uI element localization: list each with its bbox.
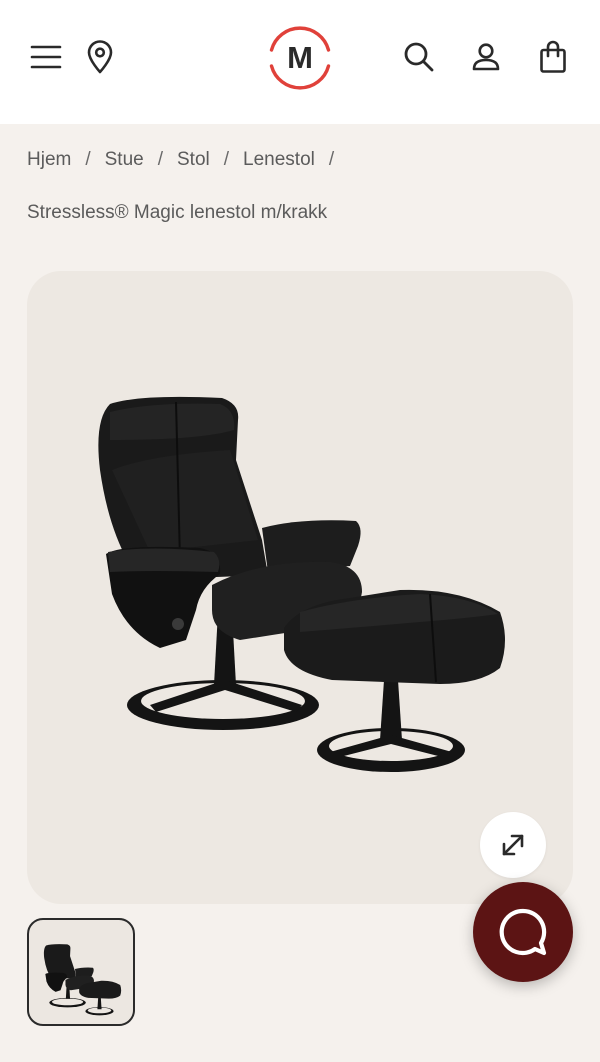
product-image-gallery[interactable] [27,271,573,904]
breadcrumb-item-hjem[interactable]: Hjem [27,149,71,171]
chat-bubble-icon [499,908,547,956]
store-locator-button[interactable] [80,35,120,79]
product-title: Stressless® Magic lenestol m/krakk [27,202,328,223]
site-logo[interactable]: M [259,17,341,99]
menu-button[interactable] [26,35,66,79]
breadcrumb-separator: / [85,149,91,170]
thumbnail-product-image [43,944,122,1016]
user-icon [472,43,500,71]
chat-button[interactable] [473,882,573,982]
search-button[interactable] [399,35,439,79]
account-button[interactable] [466,35,506,79]
site-header: M [0,0,600,124]
fullscreen-button[interactable] [480,812,546,878]
breadcrumb-item-stue[interactable]: Stue [105,149,144,171]
shopping-bag-icon [540,40,566,73]
thumbnail-image-1[interactable] [27,918,135,1026]
breadcrumb: Hjem / Stue / Stol / Lenestol / [27,148,348,172]
breadcrumb-separator: / [223,149,230,170]
menu-icon [30,45,62,69]
breadcrumb-separator: / [157,149,163,170]
breadcrumb-item-lenestol[interactable]: Lenestol [243,149,315,171]
location-pin-icon [87,40,113,74]
breadcrumb-separator: / [328,149,335,170]
search-icon [404,42,434,72]
expand-icon [502,834,524,856]
product-image [98,396,505,772]
logo-letter: M [287,40,313,75]
cart-button[interactable] [533,35,573,79]
breadcrumb-item-stol[interactable]: Stol [177,149,210,171]
